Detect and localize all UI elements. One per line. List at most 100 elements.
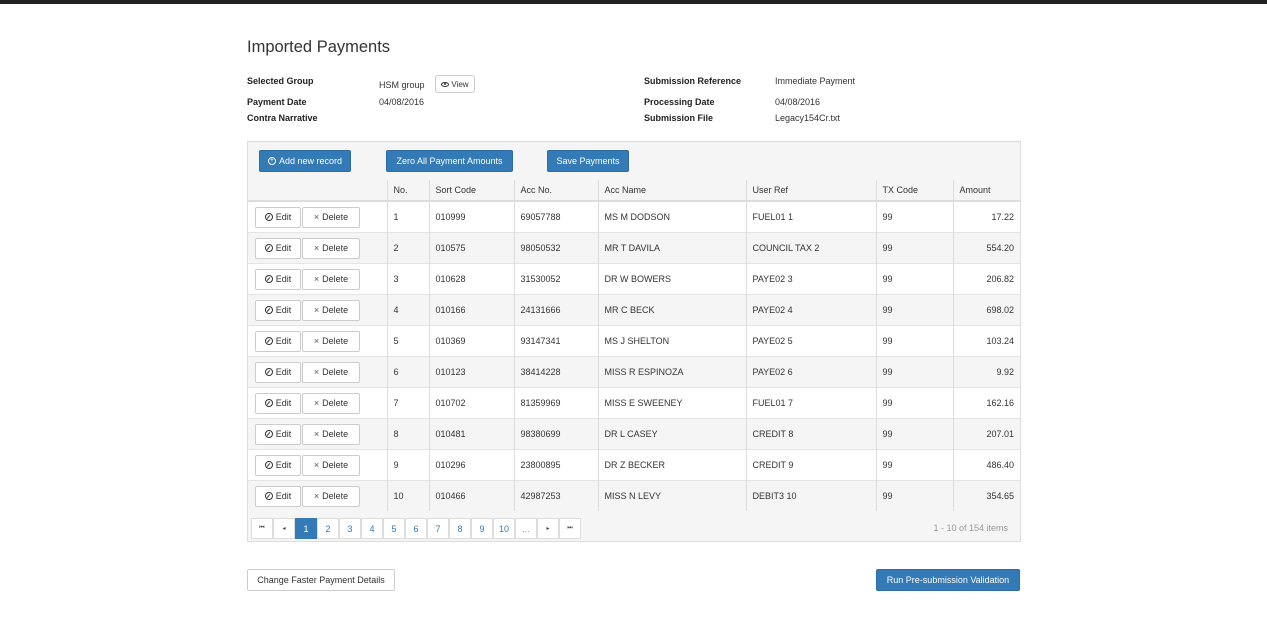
edit-icon bbox=[264, 430, 273, 438]
edit-button[interactable]: Edit bbox=[255, 392, 301, 414]
change-faster-payment-details-button[interactable]: Change Faster Payment Details bbox=[247, 569, 395, 591]
column-header[interactable]: Amount bbox=[952, 180, 1020, 202]
prev-page-icon[interactable]: ◂ bbox=[273, 518, 295, 539]
edit-button[interactable]: Edit bbox=[255, 299, 301, 321]
delete-button[interactable]: × Delete bbox=[302, 392, 360, 414]
cell-amount: 698.02 bbox=[952, 294, 1020, 326]
page-button[interactable]: ... bbox=[515, 518, 537, 539]
edit-label: Edit bbox=[275, 429, 292, 439]
last-page-icon[interactable]: ⏭ bbox=[559, 518, 581, 539]
cell-sort: 010702 bbox=[428, 387, 514, 419]
cell-ref: PAYE02 5 bbox=[745, 325, 876, 357]
column-header[interactable]: Acc Name bbox=[597, 180, 746, 202]
page-button[interactable]: 6 bbox=[405, 518, 427, 539]
column-header[interactable]: Acc No. bbox=[513, 180, 598, 202]
edit-icon bbox=[264, 399, 273, 407]
delete-button[interactable]: × Delete bbox=[302, 330, 360, 352]
delete-button[interactable]: × Delete bbox=[302, 206, 360, 228]
zero-amounts-button[interactable]: Zero All Payment Amounts bbox=[386, 150, 513, 172]
edit-button[interactable]: Edit bbox=[255, 485, 301, 507]
cell-acc: 98380699 bbox=[513, 418, 598, 450]
edit-button[interactable]: Edit bbox=[255, 268, 301, 290]
page-button[interactable]: 8 bbox=[449, 518, 471, 539]
view-group-button[interactable]: View bbox=[435, 75, 475, 93]
cell-amount: 206.82 bbox=[952, 263, 1020, 295]
edit-button[interactable]: Edit bbox=[255, 361, 301, 383]
cell-amount: 103.24 bbox=[952, 325, 1020, 357]
cell-no: 5 bbox=[386, 325, 429, 357]
cell-tx: 99 bbox=[875, 294, 953, 326]
delete-button[interactable]: × Delete bbox=[302, 361, 360, 383]
page-button[interactable]: 4 bbox=[361, 518, 383, 539]
page-button[interactable]: 3 bbox=[339, 518, 361, 539]
page-button[interactable]: 5 bbox=[383, 518, 405, 539]
delete-label: Delete bbox=[322, 367, 349, 377]
first-page-icon[interactable]: ⏮ bbox=[251, 518, 273, 539]
page-button[interactable]: 2 bbox=[317, 518, 339, 539]
page-button[interactable]: 1 bbox=[295, 518, 317, 539]
row-actions: Edit × Delete bbox=[248, 294, 387, 326]
cell-name: MISS R ESPINOZA bbox=[597, 356, 746, 388]
cell-no: 1 bbox=[386, 200, 429, 233]
close-icon: × bbox=[313, 460, 320, 470]
close-icon: × bbox=[313, 367, 320, 377]
cell-name: MS M DODSON bbox=[597, 200, 746, 233]
pager-info: 1 - 10 of 154 items bbox=[933, 523, 1008, 533]
cell-ref: DEBIT3 10 bbox=[745, 480, 876, 511]
cell-tx: 99 bbox=[875, 232, 953, 264]
cell-ref: CREDIT 9 bbox=[745, 449, 876, 481]
column-header[interactable]: User Ref bbox=[745, 180, 876, 202]
selected-group-label: Selected Group bbox=[247, 76, 314, 86]
page-button[interactable]: 9 bbox=[471, 518, 493, 539]
view-label: View bbox=[451, 79, 469, 89]
delete-button[interactable]: × Delete bbox=[302, 268, 360, 290]
close-icon: × bbox=[313, 243, 320, 253]
payments-grid: + Add new record Zero All Payment Amount… bbox=[247, 141, 1021, 542]
cell-no: 9 bbox=[386, 449, 429, 481]
cell-sort: 010481 bbox=[428, 418, 514, 450]
next-page-icon[interactable]: ▸ bbox=[537, 518, 559, 539]
edit-button[interactable]: Edit bbox=[255, 237, 301, 259]
edit-button[interactable]: Edit bbox=[255, 330, 301, 352]
delete-button[interactable]: × Delete bbox=[302, 423, 360, 445]
row-actions: Edit × Delete bbox=[248, 200, 387, 233]
cell-name: DR W BOWERS bbox=[597, 263, 746, 295]
edit-button[interactable]: Edit bbox=[255, 454, 301, 476]
edit-label: Edit bbox=[275, 243, 292, 253]
row-actions: Edit × Delete bbox=[248, 480, 387, 511]
table-row: Edit × Delete 1 010999 69057788 MS M DODSON FUE… bbox=[248, 200, 1020, 233]
plus-circle-icon: + bbox=[267, 157, 276, 165]
table-row: Edit × Delete 9 010296 23800895 DR Z BECKER CRE… bbox=[248, 449, 1020, 481]
edit-label: Edit bbox=[275, 305, 292, 315]
edit-icon bbox=[264, 337, 273, 345]
save-payments-button[interactable]: Save Payments bbox=[547, 150, 629, 172]
table-row: Edit × Delete 6 010123 38414228 MISS R ESPINOZ… bbox=[248, 356, 1020, 388]
delete-button[interactable]: × Delete bbox=[302, 485, 360, 507]
edit-button[interactable]: Edit bbox=[255, 206, 301, 228]
column-header[interactable]: Sort Code bbox=[428, 180, 514, 202]
cell-sort: 010466 bbox=[428, 480, 514, 511]
column-header[interactable]: TX Code bbox=[875, 180, 953, 202]
page-button[interactable]: 7 bbox=[427, 518, 449, 539]
edit-button[interactable]: Edit bbox=[255, 423, 301, 445]
cell-sort: 010575 bbox=[428, 232, 514, 264]
cell-ref: PAYE02 4 bbox=[745, 294, 876, 326]
close-icon: × bbox=[313, 212, 320, 222]
close-icon: × bbox=[313, 429, 320, 439]
table-row: Edit × Delete 4 010166 24131666 MR C BECK PAYE0… bbox=[248, 294, 1020, 326]
edit-icon bbox=[264, 492, 273, 500]
column-header[interactable]: No. bbox=[386, 180, 429, 202]
delete-button[interactable]: × Delete bbox=[302, 237, 360, 259]
page-title: Imported Payments bbox=[247, 38, 391, 56]
row-actions: Edit × Delete bbox=[248, 356, 387, 388]
cell-sort: 010296 bbox=[428, 449, 514, 481]
add-record-button[interactable]: + Add new record bbox=[259, 150, 351, 172]
delete-button[interactable]: × Delete bbox=[302, 299, 360, 321]
run-validation-button[interactable]: Run Pre-submission Validation bbox=[876, 569, 1020, 591]
table-row: Edit × Delete 10 010466 42987253 MISS N LEVY DE… bbox=[248, 480, 1020, 511]
delete-label: Delete bbox=[322, 398, 349, 408]
delete-button[interactable]: × Delete bbox=[302, 454, 360, 476]
page-button[interactable]: 10 bbox=[493, 518, 515, 539]
cell-no: 7 bbox=[386, 387, 429, 419]
delete-label: Delete bbox=[322, 274, 349, 284]
